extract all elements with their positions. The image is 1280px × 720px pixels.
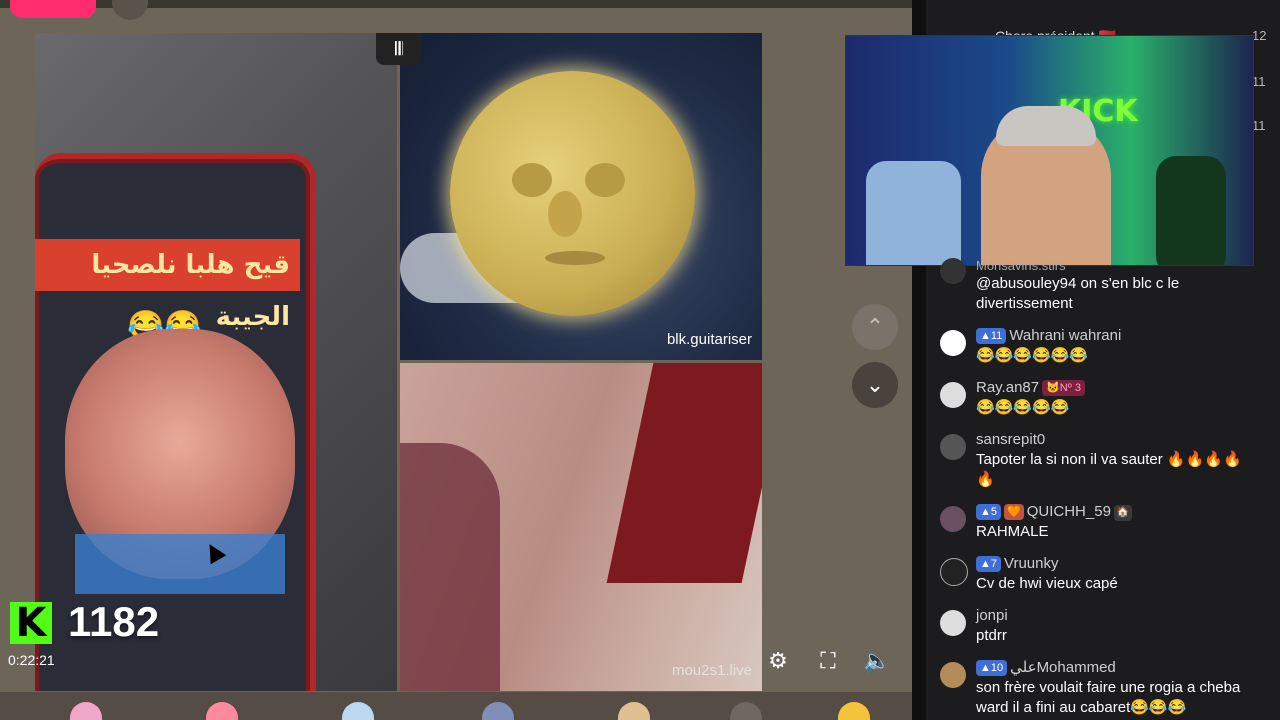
phone-caption-box (75, 534, 285, 594)
kick-logo-icon: K (10, 602, 52, 644)
stream-stage: قيح هلبا نلصحيا الجيبة 😂😂 blk.guitariser… (0, 0, 912, 720)
red-fabric (606, 363, 762, 583)
webcam-overlay: KICK (845, 35, 1254, 266)
chat-message-text: Cv de hwi vieux capé (976, 575, 1118, 592)
moon-left-eye (512, 163, 552, 197)
chat-message-text: 😂😂😂😂😂😂 (976, 347, 1089, 364)
phone-banner: قيح هلبا نلصحيا الجيبة (35, 239, 300, 332)
chat-message: sansrepit0 Tapoter la si non il va saute… (976, 430, 1246, 490)
chat-count: 11 (1252, 118, 1266, 133)
shadow-shape (400, 443, 500, 691)
gift-bar (0, 692, 912, 720)
chat-username[interactable]: sansrepit0 (976, 431, 1045, 448)
chat-message: ▲10 عليMohammed son frère voulait faire u… (976, 658, 1246, 718)
chat-count: 11 (1252, 74, 1266, 89)
avatar[interactable] (940, 434, 966, 460)
moon-right-eye (585, 163, 625, 197)
watermark-blk-guitariser: blk.guitariser (666, 331, 752, 348)
level-badge: ▲11 (976, 328, 1007, 344)
avatar[interactable] (940, 330, 966, 356)
video-tile-pink: mou2s1.live (400, 363, 762, 691)
volume-icon[interactable]: 🔈 (863, 647, 891, 675)
avatar (940, 258, 966, 284)
avatar[interactable] (940, 506, 966, 532)
chat-message: ▲11 Wahrani wahrani 😂😂😂😂😂😂 (976, 326, 1246, 366)
chat-message-text: RAHMALE (976, 523, 1049, 540)
chat-username[interactable]: QUICHH_59 (1027, 503, 1111, 520)
chat-message-text: ptdrr (976, 627, 1007, 644)
chat-username[interactable]: jonpi (976, 607, 1008, 624)
chat-message: ▲7 Vruunky Cv de hwi vieux capé (976, 554, 1246, 594)
chat-partial-user: Monsavins.stirs (976, 258, 1066, 273)
chat-message-text: son frère voulait faire une rogia a cheb… (976, 679, 1241, 716)
chat-message: Ray.an87 🐱Nº 3 😂😂😂😂😂 (976, 378, 1246, 418)
avatar[interactable] (940, 610, 966, 636)
moon-face-image (450, 71, 695, 316)
fullscreen-icon[interactable]: ⛶ (814, 647, 842, 675)
next-stream-button[interactable]: ⌄ (852, 362, 898, 408)
avatar[interactable] (940, 662, 966, 688)
moon-mouth (545, 251, 605, 265)
live-pill[interactable] (10, 0, 96, 18)
chat-username[interactable]: Vruunky (1004, 555, 1058, 572)
stream-timestamp: 0:22:21 (8, 652, 55, 668)
level-badge: ▲5 (976, 504, 1002, 520)
level-badge: ▲7 (976, 556, 1002, 572)
settings-icon[interactable]: ⚙ (764, 647, 792, 675)
chat-message-text: @abusouley94 on s'en blc c le divertisse… (976, 275, 1180, 312)
avatar[interactable] (940, 558, 968, 586)
heart-badge-icon: 🧡 (1004, 504, 1024, 520)
rank-badge: 🐱Nº 3 (1042, 380, 1085, 396)
gaming-chair (1156, 156, 1226, 265)
moon-nose (548, 191, 582, 237)
audio-bars-icon[interactable]: 𝄃𝄃 (376, 33, 422, 65)
chat-message-text: Tapoter la si non il va sauter 🔥🔥🔥🔥🔥 (976, 451, 1242, 488)
chat-count: 12 (1252, 28, 1267, 43)
chat-username[interactable]: Ray.an87 (976, 379, 1039, 396)
video-tile-moon: blk.guitariser (400, 33, 762, 360)
kick-shirt (866, 161, 961, 265)
avatar[interactable] (940, 382, 966, 408)
chat-username[interactable]: عليMohammed (1010, 659, 1116, 676)
streamer-hair (996, 106, 1096, 146)
video-tile-phone: قيح هلبا نلصحيا الجيبة 😂😂 (35, 33, 397, 691)
chat-username[interactable]: Wahrani wahrani (1009, 327, 1121, 344)
home-badge-icon: 🏠 (1113, 505, 1133, 521)
viewer-count: 1182 (68, 598, 160, 645)
chat-message-text: 😂😂😂😂😂 (976, 399, 1070, 416)
previous-stream-button[interactable]: ⌃ (852, 304, 898, 350)
level-badge: ▲10 (976, 660, 1008, 676)
chat-message: ▲5 🧡 QUICHH_59 🏠 RAHMALE (976, 502, 1246, 542)
top-menu-button[interactable] (112, 0, 148, 20)
watermark-mou2s1: mou2s1.live (671, 662, 752, 679)
chat-message: jonpi ptdrr (976, 606, 1246, 646)
